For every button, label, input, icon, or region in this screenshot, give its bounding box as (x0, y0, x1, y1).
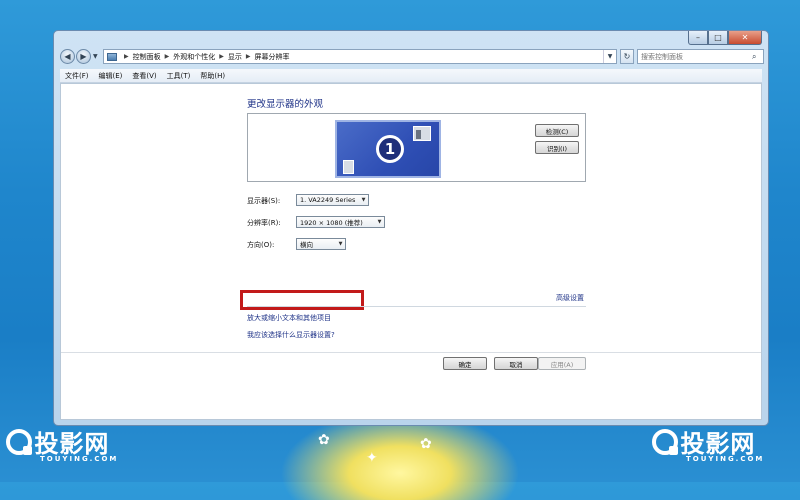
monitor-number-badge: 1 (376, 135, 404, 163)
close-button[interactable]: ✕ (728, 31, 762, 45)
maximize-button[interactable]: □ (708, 31, 728, 45)
chevron-down-icon: ▼ (377, 219, 382, 225)
window-thumbnail-icon (413, 126, 431, 141)
watermark-text: 投影网 (34, 430, 110, 458)
resolution-select[interactable]: 1920 × 1080 (推荐) ▼ (296, 216, 385, 228)
watermark-left: 投影网 TOUYING.COM (6, 424, 118, 463)
cancel-button[interactable]: 取消 (494, 357, 538, 370)
advanced-settings-link[interactable]: 高级设置 (556, 293, 584, 303)
breadcrumb-appearance[interactable]: 外观和个性化 (173, 52, 215, 62)
highlight-annotation-box (240, 290, 364, 310)
monitor-1-thumbnail[interactable]: 1 (335, 120, 441, 178)
ok-button[interactable]: 确定 (443, 357, 487, 370)
refresh-icon[interactable]: ↻ (620, 49, 634, 64)
recent-pages-chevron-icon[interactable]: ▼ (93, 53, 98, 60)
display-select[interactable]: 1. VA2249 Series ▼ (296, 194, 369, 206)
detect-button[interactable]: 检测(C) (535, 124, 579, 137)
back-button[interactable]: ◀ (60, 49, 75, 64)
minimize-button[interactable]: – (688, 31, 708, 45)
orientation-select[interactable]: 横向 ▼ (296, 238, 346, 250)
breadcrumb-separator-icon[interactable]: ▶ (219, 53, 224, 60)
menu-tools[interactable]: 工具(T) (162, 71, 196, 81)
enlarge-text-link[interactable]: 放大或缩小文本和其他项目 (247, 313, 331, 323)
breadcrumb-display[interactable]: 显示 (228, 52, 242, 62)
breadcrumb-screen-resolution[interactable]: 屏幕分辨率 (255, 52, 290, 62)
resolution-label: 分辨率(R): (247, 219, 281, 227)
wallpaper-flower-icon: ✦ (366, 450, 378, 466)
search-box: ⌕ (637, 49, 764, 64)
watermark-text: 投影网 (680, 430, 756, 458)
content-pane: 更改显示器的外观 1 检测(C) 识别(I) 显示器(S): 1. VA2249… (60, 83, 762, 420)
monitor-preview-area: 1 检测(C) 识别(I) (247, 113, 586, 182)
navigation-bar: ◀ ▶ ▼ ▶ 控制面板 ▶ 外观和个性化 ▶ 显示 ▶ 屏幕分辨率 ▼ ↻ ⌕ (60, 49, 764, 67)
menu-view[interactable]: 查看(V) (127, 71, 161, 81)
identify-button[interactable]: 识别(I) (535, 141, 579, 154)
watermark-subtext: TOUYING.COM (686, 455, 765, 463)
breadcrumb-control-panel[interactable]: 控制面板 (133, 52, 161, 62)
search-input[interactable] (638, 52, 752, 61)
breadcrumb-separator-icon[interactable]: ▶ (246, 53, 251, 60)
address-dropdown-chevron-icon[interactable]: ▼ (603, 50, 616, 63)
divider (61, 352, 761, 353)
resolution-select-value: 1920 × 1080 (推荐) (300, 219, 363, 227)
page-title: 更改显示器的外观 (247, 99, 324, 110)
watermark-subtext: TOUYING.COM (40, 455, 119, 463)
watermark-logo-icon (6, 428, 32, 455)
control-panel-icon (107, 52, 117, 61)
chevron-down-icon: ▼ (338, 241, 343, 247)
wallpaper-flower-icon: ✿ (420, 436, 432, 452)
breadcrumb-separator-icon[interactable]: ▶ (124, 53, 129, 60)
breadcrumb-separator-icon[interactable]: ▶ (165, 53, 170, 60)
window-thumbnail-icon (343, 160, 354, 174)
watermark-right: 投影网 TOUYING.COM (652, 424, 764, 463)
orientation-label: 方向(O): (247, 241, 275, 249)
wallpaper-flower-icon: ✿ (318, 432, 330, 448)
window-controls: – □ ✕ (688, 31, 762, 45)
divider (247, 306, 586, 307)
menu-edit[interactable]: 编辑(E) (94, 71, 128, 81)
apply-button[interactable]: 应用(A) (538, 357, 586, 370)
forward-button[interactable]: ▶ (76, 49, 91, 64)
chevron-down-icon: ▼ (361, 197, 366, 203)
orientation-select-value: 横向 (300, 241, 313, 249)
screen-resolution-window: – □ ✕ ◀ ▶ ▼ ▶ 控制面板 ▶ 外观和个性化 ▶ 显示 ▶ 屏幕分辨率… (53, 30, 769, 426)
display-settings-help-link[interactable]: 我应该选择什么显示器设置? (247, 330, 335, 340)
search-icon[interactable]: ⌕ (752, 52, 756, 62)
menu-help[interactable]: 帮助(H) (195, 71, 230, 81)
menu-file[interactable]: 文件(F) (60, 71, 94, 81)
watermark-logo-icon (652, 428, 678, 455)
display-label: 显示器(S): (247, 197, 281, 205)
address-bar[interactable]: ▶ 控制面板 ▶ 外观和个性化 ▶ 显示 ▶ 屏幕分辨率 ▼ (103, 49, 617, 64)
display-select-value: 1. VA2249 Series (300, 196, 356, 204)
menu-bar: 文件(F) 编辑(E) 查看(V) 工具(T) 帮助(H) (60, 69, 762, 83)
